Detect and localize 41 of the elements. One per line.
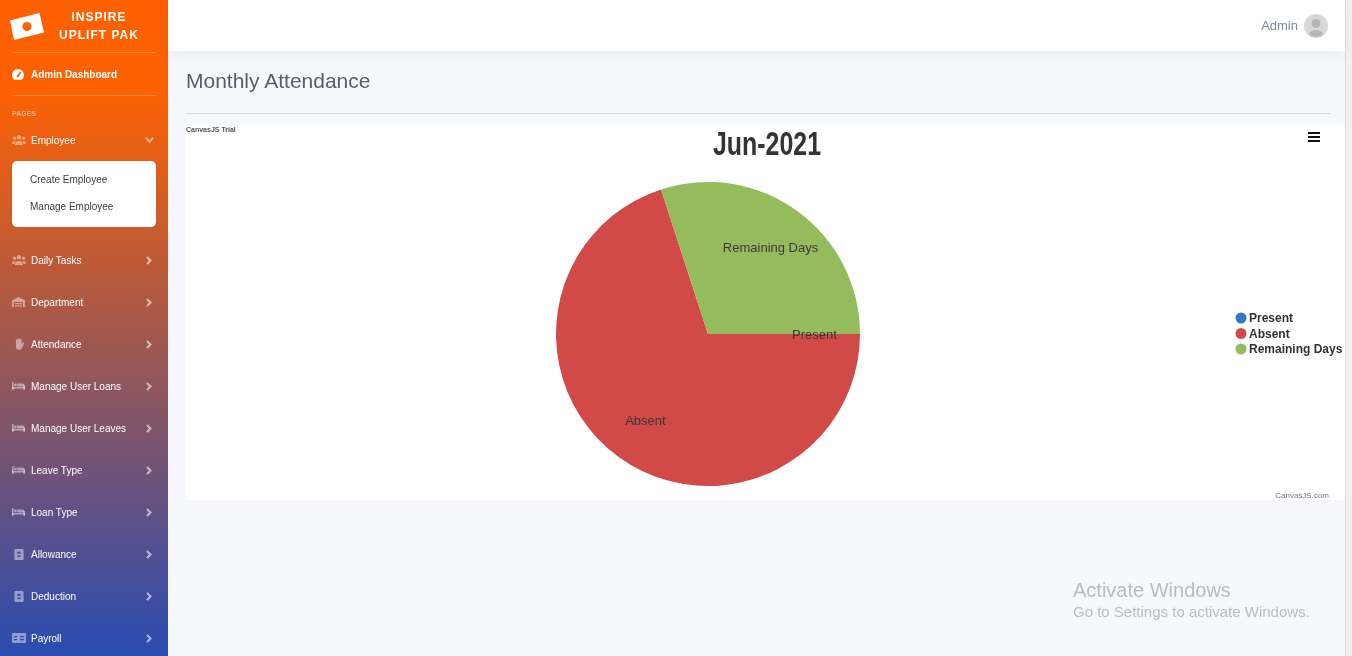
bed-icon <box>12 466 25 474</box>
cabinet-icon <box>13 590 24 602</box>
nav-item[interactable]: Leave Type <box>0 449 168 491</box>
chart-title: Jun-2021 <box>713 125 857 162</box>
nav-item[interactable]: Payroll <box>0 617 168 656</box>
nav-item[interactable]: Deduction <box>0 575 168 617</box>
warehouse-icon <box>12 297 25 307</box>
hand-icon <box>13 338 24 350</box>
submenu-item[interactable]: Create Employee <box>12 166 156 193</box>
legend-label: Present <box>1249 311 1294 325</box>
nav-item[interactable]: Daily Tasks <box>0 239 168 281</box>
slice-label: Absent <box>625 412 666 428</box>
nav-item[interactable]: Loan Type <box>0 491 168 533</box>
avatar-icon[interactable] <box>1304 13 1328 38</box>
gauge-icon <box>12 68 24 80</box>
scrollbar[interactable] <box>1345 0 1352 656</box>
nav-item[interactable]: Attendance <box>0 323 168 365</box>
nav-item[interactable]: Department <box>0 281 168 323</box>
page-title: Monthly Attendance <box>186 68 371 94</box>
activation-title: Activate Windows <box>1073 578 1231 602</box>
legend-label: Remaining Days <box>1249 342 1343 356</box>
bed-icon <box>12 424 25 432</box>
activation-message: Go to Settings to activate Windows. <box>1073 602 1310 622</box>
menu-icon[interactable] <box>1308 132 1320 142</box>
users-icon <box>11 135 26 145</box>
credit-link[interactable]: CanvasJS.com <box>1275 491 1329 500</box>
logo-icon <box>10 12 44 40</box>
nav-item[interactable]: Employee <box>0 119 168 161</box>
nav-item[interactable]: Manage User Leaves <box>0 407 168 449</box>
nav-item[interactable]: Allowance <box>0 533 168 575</box>
cabinet-icon <box>13 548 24 560</box>
bed-icon <box>12 508 25 516</box>
brand-name: INSPIRE UPLIFT PAK <box>58 9 140 44</box>
slice-label: Remaining Days <box>722 240 819 256</box>
card-icon <box>11 633 26 643</box>
bed-icon <box>12 382 25 390</box>
legend-label: Absent <box>1249 326 1290 341</box>
nav-item[interactable]: Manage User Loans <box>0 365 168 407</box>
users-icon <box>11 255 26 265</box>
submenu-item[interactable]: Manage Employee <box>12 193 156 220</box>
user-name[interactable]: Admin <box>1261 18 1298 33</box>
